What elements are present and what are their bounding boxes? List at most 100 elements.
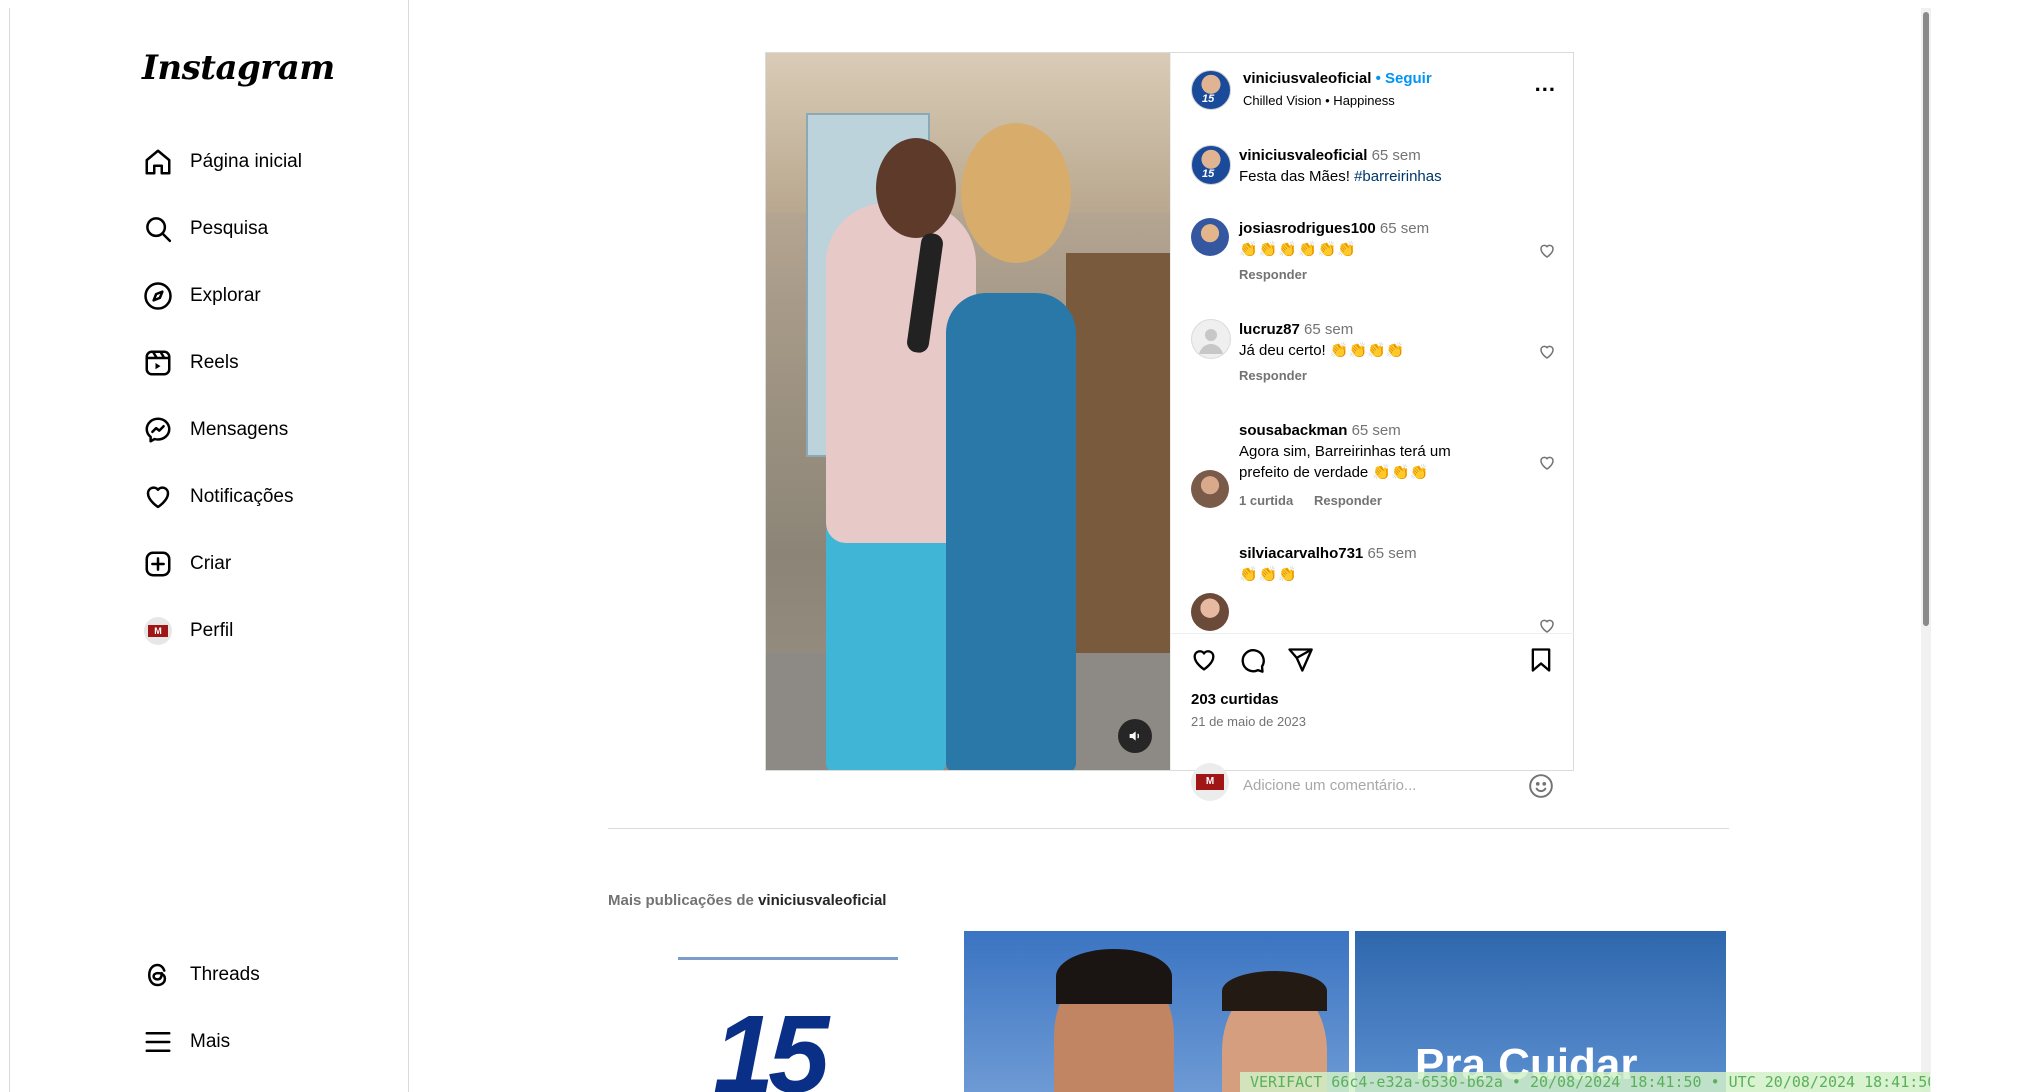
post-actions bbox=[1171, 633, 1574, 674]
menu-icon bbox=[142, 1026, 174, 1058]
compass-icon bbox=[142, 280, 174, 312]
more-options-button[interactable]: ... bbox=[1535, 71, 1556, 97]
share-send-icon[interactable] bbox=[1286, 646, 1314, 674]
avatar: M bbox=[142, 615, 174, 647]
comment-like-heart-icon[interactable] bbox=[1538, 454, 1556, 472]
more-posts-prefix: Mais publicações de bbox=[608, 892, 754, 909]
reels-icon bbox=[142, 347, 174, 379]
video-scene bbox=[946, 293, 1076, 770]
thumbnail-number: 15 bbox=[713, 993, 829, 1092]
verifact-watermark: VERIFACT 66c4-e32a-6530-b62a • 20/08/202… bbox=[1240, 1072, 1930, 1092]
post-header: 15 viniciusvaleoficial • Seguir Chilled … bbox=[1171, 53, 1574, 129]
video-scene bbox=[1066, 253, 1170, 673]
caption-username[interactable]: viniciusvaleoficial bbox=[1239, 147, 1367, 164]
reply-button[interactable]: Responder bbox=[1314, 493, 1382, 508]
video-scene bbox=[826, 523, 946, 770]
more-posts-heading: Mais publicações de viniciusvaleoficial bbox=[608, 892, 886, 909]
comment-text-line2: prefeito de verdade 👏👏👏 bbox=[1239, 464, 1429, 481]
nav-threads-label: Threads bbox=[190, 964, 260, 985]
video-scene bbox=[876, 138, 956, 238]
more-post-thumbnail[interactable]: Pra Cuidar bbox=[1355, 931, 1726, 1092]
comment-like-heart-icon[interactable] bbox=[1538, 617, 1556, 633]
nav-explore-label: Explorar bbox=[190, 285, 261, 306]
comment-like-heart-icon[interactable] bbox=[1538, 242, 1556, 260]
nav-home[interactable]: Página inicial bbox=[142, 142, 302, 182]
reply-button[interactable]: Responder bbox=[1239, 368, 1307, 383]
nav-search-label: Pesquisa bbox=[190, 218, 269, 239]
speaker-icon bbox=[1129, 731, 1140, 741]
likes-count[interactable]: 203 curtidas bbox=[1191, 691, 1279, 708]
audio-toggle-button[interactable] bbox=[1118, 719, 1152, 753]
music-info[interactable]: Chilled Vision • Happiness bbox=[1243, 93, 1395, 108]
instagram-logo[interactable]: Instagram bbox=[142, 48, 335, 88]
comment-avatar[interactable] bbox=[1191, 593, 1229, 631]
nav-notifications[interactable]: Notificações bbox=[142, 477, 294, 517]
scrollbar-thumb[interactable] bbox=[1923, 12, 1929, 626]
messenger-icon bbox=[142, 414, 174, 446]
nav-search[interactable]: Pesquisa bbox=[142, 209, 268, 249]
video-scene bbox=[961, 123, 1071, 263]
post-video[interactable] bbox=[766, 53, 1170, 770]
nav-reels[interactable]: Reels bbox=[142, 343, 239, 383]
nav-more-label: Mais bbox=[190, 1031, 231, 1052]
reply-button[interactable]: Responder bbox=[1239, 267, 1307, 282]
comment-likes-count[interactable]: 1 curtida bbox=[1239, 493, 1293, 508]
emoji-picker-icon[interactable] bbox=[1528, 773, 1554, 799]
comments-list[interactable]: 15 viniciusvaleoficial 65 sem Festa das … bbox=[1171, 129, 1574, 633]
nav-profile-label: Perfil bbox=[190, 620, 234, 641]
hashtag-link[interactable]: #barreirinhas bbox=[1354, 168, 1442, 185]
like-heart-icon[interactable] bbox=[1190, 646, 1218, 674]
nav-explore[interactable]: Explorar bbox=[142, 276, 261, 316]
search-icon bbox=[142, 213, 174, 245]
post-card: 15 viniciusvaleoficial • Seguir Chilled … bbox=[765, 52, 1574, 801]
caption-text: Festa das Mães! bbox=[1239, 168, 1350, 185]
comment-username[interactable]: josiasrodrigues100 bbox=[1239, 220, 1376, 237]
comment-text: 👏👏👏 bbox=[1239, 566, 1299, 583]
nav-home-label: Página inicial bbox=[190, 151, 302, 172]
nav-reels-label: Reels bbox=[190, 352, 239, 373]
comment-username[interactable]: silviacarvalho731 bbox=[1239, 545, 1363, 562]
follow-button[interactable]: • Seguir bbox=[1376, 70, 1432, 87]
comment-text: 👏👏👏👏👏👏 bbox=[1239, 241, 1358, 258]
section-divider bbox=[608, 828, 1729, 829]
nav-messages[interactable]: Mensagens bbox=[142, 410, 288, 450]
comment-avatar[interactable] bbox=[1191, 218, 1229, 256]
comment-username[interactable]: sousabackman bbox=[1239, 422, 1347, 439]
comment-time: 65 sem bbox=[1351, 422, 1401, 439]
comment-time: 65 sem bbox=[1367, 545, 1417, 562]
thumbnail-small-text-line bbox=[678, 957, 898, 960]
comment-avatar[interactable] bbox=[1191, 319, 1231, 359]
comment-time: 65 sem bbox=[1304, 321, 1354, 338]
page-scrollbar[interactable] bbox=[1921, 8, 1931, 1092]
author-username[interactable]: viniciusvaleoficial bbox=[1243, 70, 1371, 87]
my-avatar: M bbox=[1191, 763, 1229, 801]
bookmark-icon[interactable] bbox=[1527, 646, 1555, 674]
caption-avatar[interactable]: 15 bbox=[1191, 145, 1231, 185]
nav-profile[interactable]: M Perfil bbox=[142, 611, 233, 651]
thumbnail-hair bbox=[1056, 949, 1172, 1004]
thumbnail-hair bbox=[1222, 971, 1327, 1011]
comment-text-line1: Agora sim, Barreirinhas terá um bbox=[1239, 443, 1451, 460]
more-posts-username[interactable]: viniciusvaleoficial bbox=[758, 892, 886, 909]
nav-more[interactable]: Mais bbox=[142, 1022, 230, 1062]
comment-input[interactable]: Adicione um comentário... bbox=[1243, 777, 1416, 794]
more-post-thumbnail[interactable]: 15 bbox=[608, 931, 960, 1092]
nav-threads[interactable]: Threads bbox=[142, 955, 260, 995]
comment-time: 65 sem bbox=[1379, 220, 1430, 237]
sidebar: Instagram Página inicial Pesquisa Explor… bbox=[10, 0, 409, 1092]
comment-avatar[interactable] bbox=[1191, 470, 1229, 508]
comment-like-heart-icon[interactable] bbox=[1538, 343, 1556, 361]
nav-create[interactable]: Criar bbox=[142, 544, 231, 584]
comment-username[interactable]: lucruz87 bbox=[1239, 321, 1300, 338]
nav-notifications-label: Notificações bbox=[190, 486, 294, 507]
comment-bubble-icon[interactable] bbox=[1238, 646, 1266, 674]
threads-icon bbox=[142, 959, 174, 991]
nav-create-label: Criar bbox=[190, 553, 232, 574]
author-avatar[interactable]: 15 bbox=[1191, 70, 1231, 110]
comment-text: Já deu certo! 👏👏👏👏 bbox=[1239, 342, 1405, 359]
more-post-thumbnail[interactable] bbox=[964, 931, 1349, 1092]
post-date[interactable]: 21 de maio de 2023 bbox=[1191, 714, 1306, 729]
plus-square-icon bbox=[142, 548, 174, 580]
nav-messages-label: Mensagens bbox=[190, 419, 289, 440]
home-icon bbox=[142, 146, 174, 178]
